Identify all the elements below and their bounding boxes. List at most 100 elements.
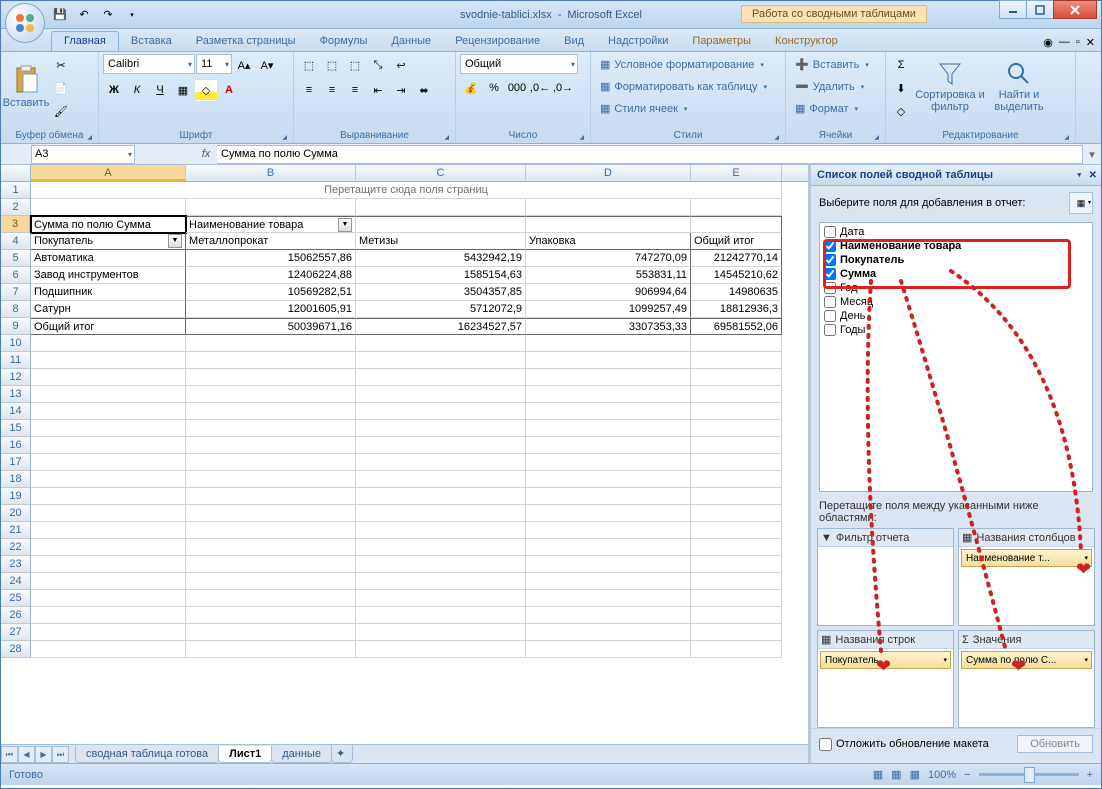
zoom-level[interactable]: 100% — [928, 769, 956, 781]
fill-icon[interactable]: ⬇ — [890, 77, 912, 99]
cell[interactable] — [31, 590, 186, 607]
field-checkbox[interactable] — [824, 296, 836, 308]
cell[interactable] — [31, 556, 186, 573]
increase-decimal-icon[interactable]: ,0← — [529, 77, 551, 99]
cell[interactable]: Упаковка — [526, 233, 691, 250]
row-header[interactable]: 22 — [1, 539, 31, 556]
area-row-labels[interactable]: ▦Названия строк Покупатель — [817, 630, 954, 728]
field-checkbox[interactable] — [824, 240, 836, 252]
cell[interactable] — [691, 437, 782, 454]
cell[interactable] — [31, 454, 186, 471]
area-column-labels[interactable]: ▦Названия столбцов Наименование т... — [958, 528, 1095, 626]
field-checkbox[interactable] — [824, 268, 836, 280]
row-header[interactable]: 20 — [1, 505, 31, 522]
zoom-in-icon[interactable]: + — [1087, 769, 1093, 781]
align-bottom-icon[interactable]: ⬚ — [344, 54, 366, 76]
qat-dropdown-icon[interactable]: ▾ — [123, 6, 141, 24]
cell[interactable] — [526, 437, 691, 454]
font-size-combo[interactable]: 11 — [196, 54, 232, 74]
cell[interactable] — [356, 539, 526, 556]
sheet-nav-next[interactable]: ▶ — [35, 746, 52, 763]
cell[interactable] — [691, 522, 782, 539]
maximize-button[interactable] — [1026, 0, 1054, 19]
taskpane-menu-icon[interactable]: ▾ — [1077, 171, 1081, 179]
cell[interactable]: 747270,09 — [526, 250, 691, 267]
cell[interactable]: 1099257,49 — [526, 301, 691, 318]
sheet-tab-2[interactable]: Лист1 — [218, 746, 272, 763]
percent-icon[interactable]: % — [483, 77, 505, 99]
format-as-table-button[interactable]: ▦Форматировать как таблицу — [595, 76, 781, 97]
row-header[interactable]: 27 — [1, 624, 31, 641]
cell[interactable] — [186, 505, 356, 522]
cell[interactable] — [526, 216, 691, 233]
cell[interactable] — [31, 573, 186, 590]
cell[interactable] — [691, 386, 782, 403]
row-header[interactable]: 4 — [1, 233, 31, 250]
cell[interactable] — [31, 539, 186, 556]
cell[interactable]: 12001605,91 — [186, 301, 356, 318]
cell[interactable] — [31, 420, 186, 437]
cell[interactable] — [526, 369, 691, 386]
row-header[interactable]: 5 — [1, 250, 31, 267]
cell[interactable] — [31, 369, 186, 386]
row-header[interactable]: 21 — [1, 522, 31, 539]
underline-icon[interactable]: Ч — [149, 79, 171, 101]
fill-color-icon[interactable]: ◇ — [195, 79, 217, 101]
field-checkbox[interactable] — [824, 324, 836, 336]
cell[interactable] — [356, 454, 526, 471]
tab-review[interactable]: Рецензирование — [443, 32, 552, 51]
minimize-button[interactable] — [999, 0, 1027, 19]
cell[interactable] — [186, 624, 356, 641]
align-middle-icon[interactable]: ⬚ — [321, 54, 343, 76]
row-header[interactable]: 3 — [1, 216, 31, 233]
cell[interactable] — [31, 437, 186, 454]
cell[interactable] — [356, 624, 526, 641]
cell[interactable] — [691, 624, 782, 641]
cell[interactable] — [356, 590, 526, 607]
cell[interactable]: 906994,64 — [526, 284, 691, 301]
row-header[interactable]: 1 — [1, 182, 31, 199]
cell[interactable] — [691, 590, 782, 607]
row-header[interactable]: 18 — [1, 471, 31, 488]
cell[interactable] — [356, 420, 526, 437]
cell[interactable] — [691, 556, 782, 573]
cell[interactable] — [186, 641, 356, 658]
cell[interactable] — [356, 505, 526, 522]
cell[interactable]: 14545210,62 — [691, 267, 782, 284]
currency-icon[interactable]: 💰 — [460, 77, 482, 99]
cell[interactable]: 3504357,85 — [356, 284, 526, 301]
cell[interactable] — [356, 641, 526, 658]
tab-addins[interactable]: Надстройки — [596, 32, 680, 51]
cell[interactable] — [356, 573, 526, 590]
cell[interactable]: 553831,11 — [526, 267, 691, 284]
row-header[interactable]: 7 — [1, 284, 31, 301]
cell[interactable] — [356, 522, 526, 539]
tab-insert[interactable]: Вставка — [119, 32, 184, 51]
cell[interactable]: 1585154,63 — [356, 267, 526, 284]
view-layout-icon[interactable]: ▦ — [891, 768, 901, 781]
row-header[interactable]: 19 — [1, 488, 31, 505]
row-header[interactable]: 15 — [1, 420, 31, 437]
cell[interactable] — [691, 471, 782, 488]
cell[interactable]: 16234527,57 — [356, 318, 526, 335]
mdi-restore-icon[interactable]: ▫ — [1076, 36, 1080, 49]
cell[interactable] — [186, 437, 356, 454]
cell[interactable] — [526, 199, 691, 216]
cell[interactable] — [526, 386, 691, 403]
cell[interactable] — [31, 522, 186, 539]
cell[interactable] — [31, 335, 186, 352]
cell[interactable]: Общий итог — [691, 233, 782, 250]
row-header[interactable]: 26 — [1, 607, 31, 624]
insert-cells-button[interactable]: ➕Вставить — [790, 54, 881, 75]
cell[interactable] — [526, 505, 691, 522]
cell[interactable]: Автоматика — [31, 250, 186, 267]
close-button[interactable] — [1053, 0, 1097, 19]
mdi-close-icon[interactable]: ✕ — [1086, 36, 1095, 49]
cell[interactable] — [691, 335, 782, 352]
cell[interactable] — [186, 420, 356, 437]
row-header[interactable]: 2 — [1, 199, 31, 216]
cell[interactable] — [356, 369, 526, 386]
cell[interactable] — [31, 505, 186, 522]
cell[interactable]: Металлопрокат — [186, 233, 356, 250]
cell[interactable] — [356, 437, 526, 454]
